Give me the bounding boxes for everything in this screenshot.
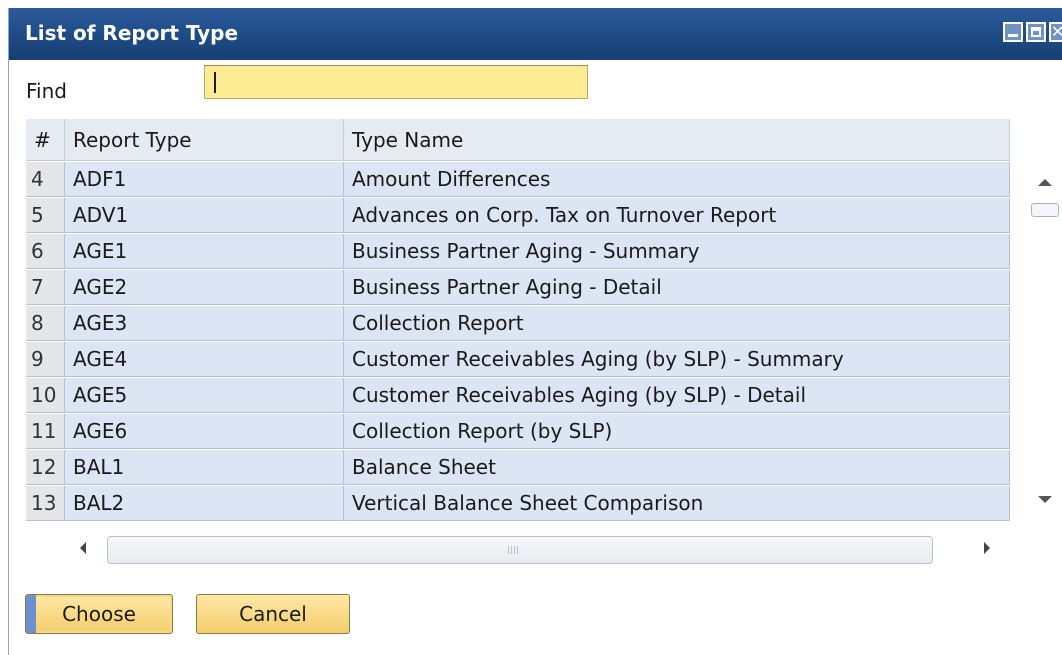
report-type-cell[interactable]: ADV1	[65, 198, 344, 233]
type-name-cell[interactable]: Collection Report	[344, 306, 1010, 341]
type-name-cell[interactable]: Amount Differences	[344, 162, 1010, 197]
row-number-cell[interactable]: 5	[26, 198, 65, 233]
row-number-cell[interactable]: 13	[26, 486, 65, 521]
find-input[interactable]	[204, 65, 588, 99]
vertical-scrollbar[interactable]	[1027, 162, 1062, 516]
report-type-cell[interactable]: AGE3	[65, 306, 344, 341]
report-type-cell[interactable]: BAL1	[65, 450, 344, 485]
column-header-type-name-label: Type Name	[352, 128, 464, 152]
scroll-left-icon[interactable]	[80, 542, 86, 554]
scroll-right-icon[interactable]	[984, 542, 990, 554]
report-type-cell[interactable]: BAL2	[65, 486, 344, 521]
row-number-cell[interactable]: 4	[26, 162, 65, 197]
grip-icon	[508, 546, 520, 554]
column-header-number-label: #	[34, 128, 51, 152]
find-label: Find	[26, 79, 67, 103]
row-number-cell[interactable]: 7	[26, 270, 65, 305]
row-number-cell[interactable]: 9	[26, 342, 65, 377]
row-number-cell[interactable]: 8	[26, 306, 65, 341]
close-icon[interactable]: ✕	[1049, 22, 1062, 42]
column-header-report-type-label: Report Type	[73, 128, 192, 152]
scroll-up-icon[interactable]	[1038, 179, 1052, 186]
row-number-cell[interactable]: 6	[26, 234, 65, 269]
type-name-cell[interactable]: Balance Sheet	[344, 450, 1010, 485]
type-name-cell[interactable]: Business Partner Aging - Summary	[344, 234, 1010, 269]
column-header-type-name[interactable]: Type Name	[344, 119, 1010, 161]
choose-button[interactable]: Choose	[25, 594, 173, 634]
vertical-scroll-thumb[interactable]	[1031, 203, 1059, 217]
horizontal-scrollbar[interactable]	[74, 534, 1002, 566]
maximize-icon[interactable]	[1026, 22, 1046, 42]
report-type-dialog: List of Report Type ✕ Find # Report Type…	[8, 8, 1062, 655]
cancel-button[interactable]: Cancel	[196, 594, 350, 634]
column-header-number[interactable]: #	[26, 119, 65, 161]
report-type-cell[interactable]: AGE5	[65, 378, 344, 413]
report-type-cell[interactable]: AGE2	[65, 270, 344, 305]
horizontal-scroll-thumb[interactable]	[107, 536, 933, 564]
row-number-cell[interactable]: 11	[26, 414, 65, 449]
title-bar[interactable]: List of Report Type ✕	[9, 8, 1062, 60]
type-name-cell[interactable]: Advances on Corp. Tax on Turnover Report	[344, 198, 1010, 233]
scroll-down-icon[interactable]	[1038, 496, 1052, 503]
report-type-cell[interactable]: AGE4	[65, 342, 344, 377]
type-name-cell[interactable]: Business Partner Aging - Detail	[344, 270, 1010, 305]
report-type-cell[interactable]: AGE6	[65, 414, 344, 449]
row-number-cell[interactable]: 12	[26, 450, 65, 485]
report-type-cell[interactable]: ADF1	[65, 162, 344, 197]
text-caret	[214, 72, 216, 93]
row-number-cell[interactable]: 10	[26, 378, 65, 413]
report-type-cell[interactable]: AGE1	[65, 234, 344, 269]
minimize-icon[interactable]	[1003, 22, 1023, 42]
type-name-cell[interactable]: Customer Receivables Aging (by SLP) - De…	[344, 378, 1010, 413]
type-name-cell[interactable]: Customer Receivables Aging (by SLP) - Su…	[344, 342, 1010, 377]
window-title: List of Report Type	[25, 21, 239, 45]
column-header-report-type[interactable]: Report Type	[65, 119, 379, 161]
type-name-cell[interactable]: Collection Report (by SLP)	[344, 414, 1010, 449]
window-controls: ✕	[1003, 22, 1062, 42]
type-name-cell[interactable]: Vertical Balance Sheet Comparison	[344, 486, 1010, 521]
